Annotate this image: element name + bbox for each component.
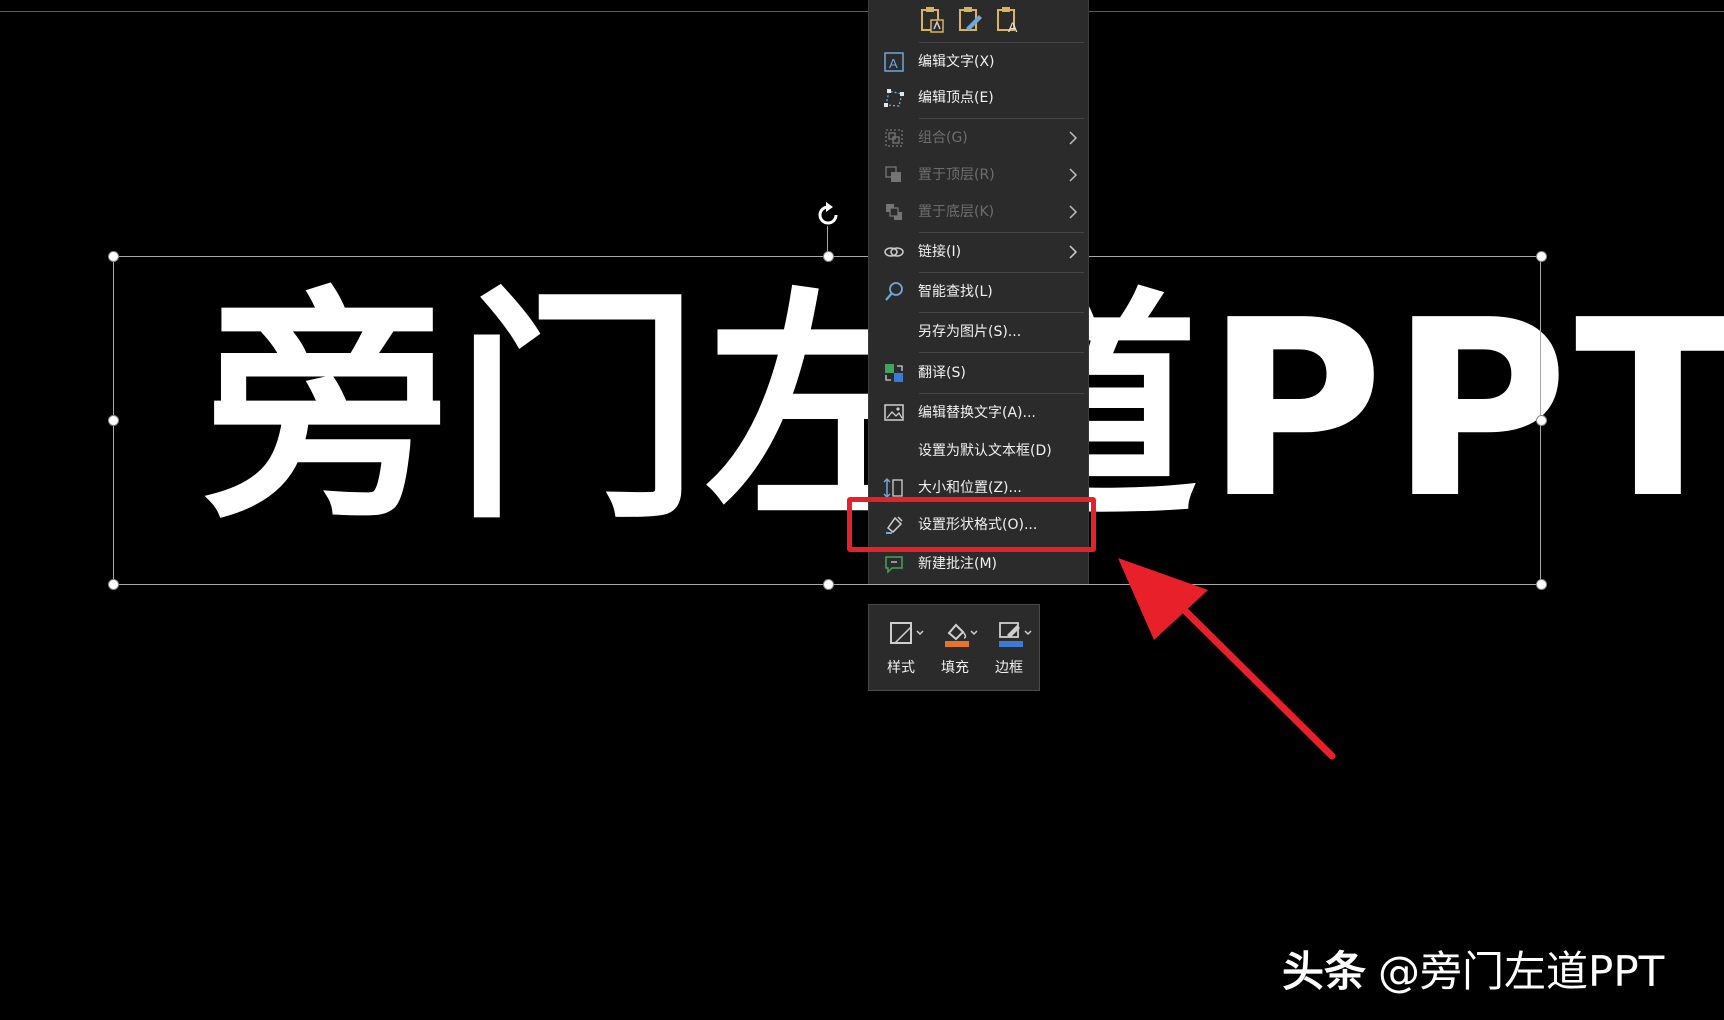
ribbon-bottom-border bbox=[0, 11, 1724, 12]
rotate-handle-icon[interactable] bbox=[812, 199, 844, 231]
chevron-right-icon bbox=[1069, 205, 1078, 219]
menu-item-label: 编辑文字(X) bbox=[918, 54, 995, 70]
resize-handle-bottom-left[interactable] bbox=[108, 579, 119, 590]
bring-to-front-icon bbox=[885, 166, 901, 182]
paste-options-row: A bbox=[869, 0, 1088, 42]
shape-outline-button[interactable]: 边框 bbox=[989, 613, 1039, 683]
send-to-back-icon bbox=[886, 204, 902, 220]
menu-separator bbox=[919, 393, 1084, 394]
menu-item-label: 另存为图片(S)... bbox=[918, 324, 1022, 340]
link-icon bbox=[884, 247, 904, 257]
menu-item-label: 智能查找(L) bbox=[918, 284, 993, 300]
menu-item-label: 链接(I) bbox=[918, 244, 962, 260]
text-box-selection-frame[interactable] bbox=[113, 256, 1541, 585]
menu-separator bbox=[919, 232, 1084, 233]
resize-handle-bottom-right[interactable] bbox=[1536, 579, 1547, 590]
menu-item-edit-points[interactable]: 编辑顶点(E) bbox=[869, 80, 1088, 116]
resize-handle-top-left[interactable] bbox=[108, 251, 119, 262]
menu-item-label: 翻译(S) bbox=[918, 365, 966, 381]
resize-handle-top-right[interactable] bbox=[1536, 251, 1547, 262]
annotation-arrow-icon bbox=[1118, 558, 1336, 760]
resize-handle-top-center[interactable] bbox=[823, 251, 834, 262]
pen-outline-icon bbox=[999, 622, 1032, 647]
chevron-right-icon bbox=[1069, 245, 1078, 259]
edit-text-icon: A bbox=[884, 52, 904, 72]
shape-fill-button[interactable]: 填充 bbox=[935, 613, 985, 683]
menu-item-group[interactable]: 组合(G) bbox=[869, 120, 1088, 156]
menu-item-label: 编辑替换文字(A)... bbox=[918, 405, 1036, 421]
shape-fill-label: 填充 bbox=[941, 660, 969, 676]
menu-separator bbox=[919, 42, 1084, 43]
paint-bucket-icon bbox=[945, 623, 978, 647]
menu-item-label: 组合(G) bbox=[918, 130, 968, 146]
menu-separator bbox=[919, 272, 1084, 273]
menu-separator bbox=[919, 312, 1084, 313]
shape-style-label: 样式 bbox=[887, 660, 915, 676]
paste-picture-icon[interactable] bbox=[957, 6, 983, 34]
menu-item-label: 设置为默认文本框(D) bbox=[918, 443, 1052, 459]
menu-item-label: 置于底层(K) bbox=[918, 204, 995, 220]
mini-formatting-toolbar: 样式 填充 边框 bbox=[868, 604, 1040, 691]
menu-item-edit-alt-text[interactable]: 编辑替换文字(A)... bbox=[869, 395, 1088, 431]
svg-text:A: A bbox=[1008, 19, 1018, 34]
slide-canvas[interactable]: 旁门左道PPT A bbox=[0, 0, 1724, 1020]
menu-item-label: 编辑顶点(E) bbox=[918, 90, 994, 106]
menu-item-label: 置于顶层(R) bbox=[918, 167, 995, 183]
resize-handle-bottom-center[interactable] bbox=[823, 579, 834, 590]
resize-handle-middle-right[interactable] bbox=[1536, 415, 1547, 426]
size-position-icon bbox=[883, 477, 903, 499]
smart-lookup-icon bbox=[885, 282, 903, 301]
group-icon bbox=[885, 129, 903, 147]
shape-outline-label: 边框 bbox=[995, 660, 1023, 676]
chevron-right-icon bbox=[1069, 168, 1078, 182]
shape-style-icon bbox=[890, 622, 924, 644]
menu-item-link[interactable]: 链接(I) bbox=[869, 234, 1088, 270]
menu-item-edit-text[interactable]: A 编辑文字(X) bbox=[869, 44, 1088, 80]
resize-handle-middle-left[interactable] bbox=[108, 415, 119, 426]
menu-item-translate[interactable]: 翻译(S) bbox=[869, 355, 1088, 391]
new-comment-icon bbox=[885, 556, 903, 574]
paste-keep-source-icon[interactable] bbox=[919, 6, 945, 34]
menu-item-smart-lookup[interactable]: 智能查找(L) bbox=[869, 274, 1088, 310]
menu-item-bring-to-front[interactable]: 置于顶层(R) bbox=[869, 157, 1088, 193]
paste-text-only-icon[interactable]: A bbox=[995, 6, 1021, 34]
menu-separator bbox=[919, 352, 1084, 353]
translate-icon bbox=[885, 364, 903, 382]
svg-text:A: A bbox=[889, 56, 898, 71]
menu-item-send-to-back[interactable]: 置于底层(K) bbox=[869, 194, 1088, 230]
chevron-right-icon bbox=[1069, 131, 1078, 145]
watermark-handle: @旁门左道PPT bbox=[1378, 947, 1665, 996]
menu-separator bbox=[919, 118, 1084, 119]
watermark-brand: 头条 bbox=[1282, 947, 1367, 996]
menu-item-save-as-picture[interactable]: 另存为图片(S)... bbox=[869, 314, 1088, 350]
shape-style-button[interactable]: 样式 bbox=[881, 613, 931, 683]
watermark: 头条 @旁门左道PPT bbox=[1282, 938, 1664, 999]
edit-points-icon bbox=[884, 89, 904, 107]
annotation-highlight-box bbox=[847, 497, 1096, 552]
menu-item-set-default-textbox[interactable]: 设置为默认文本框(D) bbox=[869, 433, 1088, 469]
alt-text-icon bbox=[884, 404, 904, 421]
